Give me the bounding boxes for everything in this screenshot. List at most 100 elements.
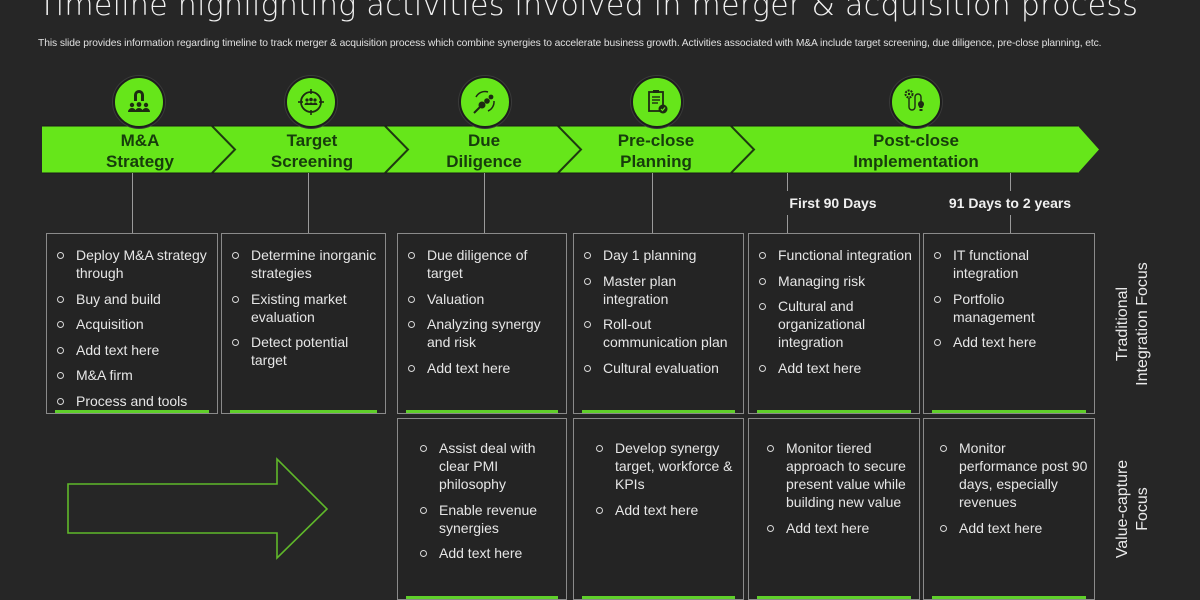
- bullet-text: Analyzing synergy and risk: [427, 316, 541, 350]
- connector-line: [1010, 215, 1011, 233]
- stage-label-line: Strategy: [105, 152, 175, 171]
- bullet-item: Add text here: [934, 333, 1088, 351]
- circle-bullet-icon: [408, 252, 415, 259]
- bullet-list: Assist deal with clear PMI philosophy Ena…: [420, 439, 560, 570]
- bullet-text: Cultural and organizational integration: [778, 298, 866, 350]
- bullet-text: Valuation: [427, 290, 485, 307]
- bullet-item: Roll-out communication plan: [584, 315, 737, 351]
- bullet-item: Cultural evaluation: [584, 359, 737, 377]
- bullet-item: Deploy M&A strategy through: [57, 246, 211, 282]
- circle-bullet-icon: [934, 252, 941, 259]
- stage-label-line: Implementation: [853, 152, 979, 171]
- bullet-item: Add text here: [420, 544, 560, 562]
- circle-bullet-icon: [940, 445, 947, 452]
- stage-label-line: Pre-close: [617, 131, 695, 150]
- bullet-item: Valuation: [408, 290, 560, 308]
- stage-icon-circle: [459, 76, 511, 128]
- bullet-text: Buy and build: [76, 290, 161, 307]
- circle-bullet-icon: [584, 321, 591, 328]
- circle-bullet-icon: [759, 303, 766, 310]
- bullet-item: Monitor tiered approach to secure presen…: [767, 439, 913, 511]
- dollar-gears-icon: [473, 90, 495, 114]
- circle-bullet-icon: [584, 252, 591, 259]
- bullet-text: Day 1 planning: [603, 247, 697, 263]
- value-box-pre-close-planning: Develop synergy target, workforce & KPIs…: [573, 418, 744, 600]
- circle-bullet-icon: [584, 277, 591, 285]
- bullet-item: IT functional integration: [934, 246, 1088, 282]
- side-label-line: Value-capture: [1114, 459, 1131, 559]
- stage-label-line: M&A: [120, 131, 160, 150]
- bullet-list: Determine inorganic strategies Existing m…: [232, 246, 379, 377]
- bullet-text: Add text here: [427, 359, 511, 376]
- traditional-box-91-days-to-2-years: IT functional integration Portfolio manag…: [923, 233, 1095, 414]
- connector-line: [652, 173, 653, 233]
- traditional-box-target-screening: Determine inorganic strategies Existing m…: [221, 233, 386, 414]
- bullet-item: Detect potential target: [232, 333, 379, 369]
- bullet-text: Functional integration: [778, 247, 912, 263]
- bullet-item: Assist deal with clear PMI philosophy: [420, 439, 560, 493]
- box-accent-line: [55, 410, 209, 413]
- circle-bullet-icon: [57, 346, 64, 354]
- circle-bullet-icon: [57, 321, 64, 328]
- circle-bullet-icon: [408, 364, 415, 372]
- box-accent-line: [406, 596, 558, 599]
- circle-bullet-icon: [420, 550, 427, 557]
- slide-title: Timeline highlighting activities involve…: [38, 0, 1139, 23]
- target-group-icon: [298, 89, 324, 115]
- connector-line: [1010, 173, 1011, 191]
- bullet-list: Deploy M&A strategy through Buy and build…: [57, 246, 211, 417]
- circle-bullet-icon: [57, 397, 64, 405]
- slide-subtitle: This slide provides information regardin…: [38, 38, 1102, 49]
- circle-bullet-icon: [584, 364, 591, 372]
- traditional-box-first-90-days: Functional integration Managing risk Cultu…: [748, 233, 920, 414]
- circle-bullet-icon: [759, 277, 766, 285]
- bullet-list: Develop synergy target, workforce & KPIs…: [596, 439, 737, 526]
- bullet-item: Add text here: [57, 341, 211, 359]
- bullet-text: Monitor tiered approach to secure presen…: [786, 440, 906, 510]
- bullet-text: Add text here: [76, 341, 160, 358]
- bullet-item: Monitor performance post 90 days, especi…: [940, 439, 1088, 511]
- phase-label-first-90-days: First 90 Days: [789, 195, 877, 211]
- bullet-text: Determine inorganic strategies: [251, 247, 377, 281]
- bullet-item: Due diligence of target: [408, 246, 560, 282]
- bullet-text: Managing risk: [778, 272, 866, 289]
- stage-label-line: Planning: [620, 152, 692, 171]
- bullet-list: Day 1 planning Master plan integration Rol…: [584, 246, 737, 384]
- box-accent-line: [582, 410, 735, 413]
- bullet-text: Cultural evaluation: [603, 359, 719, 376]
- magnet-people-icon: [128, 90, 150, 112]
- bullet-text: Add text here: [439, 545, 523, 561]
- bullet-item: Process and tools: [57, 392, 211, 410]
- connector-line: [484, 173, 485, 233]
- bullet-text: Add text here: [953, 334, 1037, 350]
- traditional-box-ma-strategy: Deploy M&A strategy through Buy and build…: [46, 233, 218, 414]
- side-label-value-capture-focus: Value-capture Focus: [1113, 449, 1157, 569]
- side-label-traditional-integration-focus: Traditional Integration Focus: [1113, 254, 1157, 394]
- bullet-text: IT functional integration: [953, 247, 1030, 281]
- box-accent-line: [932, 596, 1086, 599]
- bullet-text: Roll-out communication plan: [603, 316, 728, 350]
- stage-icon-circle: [890, 76, 942, 128]
- bullet-text: Add text here: [786, 519, 870, 536]
- stage-label-due-diligence: Due Diligence: [394, 130, 574, 172]
- circle-bullet-icon: [232, 295, 239, 303]
- circle-bullet-icon: [408, 321, 415, 328]
- value-box-91-days-to-2-years: Monitor performance post 90 days, especi…: [923, 418, 1095, 600]
- bullet-text: Develop synergy target, workforce & KPIs: [615, 440, 733, 492]
- phase-label-91-days-to-2-years: 91 Days to 2 years: [948, 195, 1072, 211]
- circle-bullet-icon: [940, 524, 947, 532]
- circle-bullet-icon: [934, 339, 941, 346]
- circle-bullet-icon: [232, 339, 239, 346]
- circle-bullet-icon: [759, 364, 766, 372]
- connector-line: [787, 173, 788, 191]
- bullet-item: Day 1 planning: [584, 246, 737, 264]
- bullet-text: Process and tools: [76, 392, 188, 409]
- circle-bullet-icon: [934, 295, 941, 303]
- bullet-text: Monitor performance post 90 days, especi…: [959, 440, 1088, 510]
- stage-label-pre-close-planning: Pre-close Planning: [566, 130, 746, 172]
- bullet-item: Add text here: [759, 359, 913, 377]
- stage-label-line: Due: [467, 131, 501, 150]
- bullet-list: Monitor tiered approach to secure presen…: [767, 439, 913, 544]
- bullet-list: IT functional integration Portfolio manag…: [934, 246, 1088, 359]
- bullet-text: Detect potential target: [251, 334, 349, 368]
